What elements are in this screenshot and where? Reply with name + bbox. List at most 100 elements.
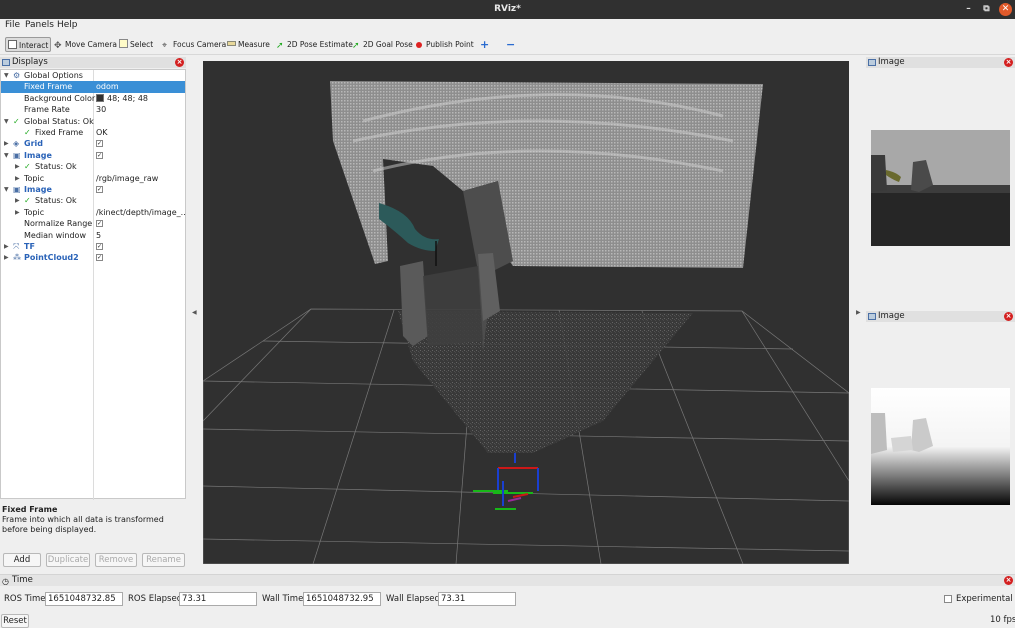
close-panel-icon[interactable]: × <box>175 58 184 67</box>
green-arrow-icon: ➚ <box>276 41 284 51</box>
red-pin-icon <box>416 42 422 48</box>
image-enabled-checkbox[interactable]: ✓ <box>96 151 103 159</box>
3d-scene <box>203 81 849 564</box>
tree-row-frame-rate[interactable]: Frame Rate 30 <box>1 104 185 115</box>
tree-row-grid[interactable]: ▶ ◈ Grid ✓ <box>1 138 185 149</box>
depth-camera-image <box>871 388 1010 505</box>
window-titlebar: RViz* – ⧉ ✕ <box>0 0 1015 19</box>
ros-elapsed-field[interactable]: 73.31 <box>179 592 257 606</box>
green-arrow-icon: ➚ <box>352 41 360 51</box>
tree-row-image-status[interactable]: ▶ ✓ Status: Ok <box>1 161 185 172</box>
tree-row-median-window[interactable]: Median window 5 <box>1 230 185 241</box>
time-panel-title: Time <box>12 575 33 585</box>
tree-row-fixed-frame-status[interactable]: ✓ Fixed Frame OK <box>1 127 185 138</box>
tool-focus-camera-button[interactable]: ⌖ Focus Camera <box>162 37 226 52</box>
pointcloud-icon: ⁂ <box>13 253 21 263</box>
close-panel-icon[interactable]: × <box>1004 576 1013 585</box>
toolbar: Interact ✥ Move Camera Select ⌖ Focus Came… <box>0 34 1015 55</box>
tree-row-normalize-range[interactable]: Normalize Range ✓ <box>1 218 185 229</box>
expand-arrow-icon[interactable]: ▼ <box>4 184 9 195</box>
checkmark-icon: ✓ <box>24 196 31 206</box>
tree-row-pointcloud2[interactable]: ▶ ⁂ PointCloud2 ✓ <box>1 252 185 263</box>
tree-row-image-depth-status[interactable]: ▶ ✓ Status: Ok <box>1 195 185 206</box>
reset-button[interactable]: Reset <box>1 614 29 628</box>
tool-interact-button[interactable]: Interact <box>5 37 52 52</box>
grid-enabled-checkbox[interactable]: ✓ <box>96 140 103 148</box>
tool-measure-button[interactable]: Measure <box>227 37 270 52</box>
ruler-icon <box>227 41 236 46</box>
tf-icon: ⤧ <box>13 242 20 251</box>
gear-icon: ⚙ <box>13 71 21 80</box>
ros-time-field[interactable]: 1651048732.85 <box>45 592 123 606</box>
wall-elapsed-field[interactable]: 73.31 <box>438 592 516 606</box>
grid-icon: ◈ <box>13 139 20 149</box>
tree-row-image-topic[interactable]: ▶ Topic /rgb/image_raw <box>1 173 185 184</box>
collapse-left-arrow-icon[interactable]: ◀ <box>192 309 197 316</box>
image-icon: ▣ <box>13 150 21 160</box>
time-panel: ◷ Time × ROS Time: 1651048732.85 ROS Ela… <box>0 574 1015 628</box>
focus-camera-icon: ⌖ <box>162 41 168 51</box>
close-panel-icon[interactable]: × <box>1004 58 1013 67</box>
close-panel-icon[interactable]: × <box>1004 312 1013 321</box>
description-text: Frame into which all data is transformed… <box>2 515 164 534</box>
experimental-checkbox[interactable] <box>944 595 952 603</box>
3d-viewport[interactable] <box>203 61 849 564</box>
menu-file[interactable]: File <box>5 20 20 30</box>
normalize-range-checkbox[interactable]: ✓ <box>96 220 103 228</box>
tool-2d-goal-pose-button[interactable]: ➚ 2D Goal Pose <box>352 37 413 52</box>
tree-row-tf[interactable]: ▶ ⤧ TF ✓ <box>1 241 185 252</box>
color-swatch <box>96 93 104 102</box>
image-icon: ▣ <box>13 185 21 194</box>
collapse-arrow-icon[interactable]: ▶ <box>15 195 20 206</box>
tree-row-global-status[interactable]: ▼ ✓ Global Status: Ok <box>1 116 185 127</box>
add-tool-icon[interactable]: + <box>480 37 489 52</box>
collapse-arrow-icon[interactable]: ▶ <box>15 207 20 218</box>
tree-row-background-color[interactable]: Background Color 48; 48; 48 <box>1 93 185 104</box>
expand-arrow-icon[interactable]: ▼ <box>4 116 9 127</box>
collapse-arrow-icon[interactable]: ▶ <box>15 161 20 172</box>
minimize-icon[interactable]: – <box>962 3 975 16</box>
tree-row-image-depth-topic[interactable]: ▶ Topic /kinect/depth/image_... <box>1 207 186 218</box>
image-panel-1-title: Image <box>878 57 905 67</box>
monitor-icon <box>2 59 10 66</box>
select-icon <box>119 39 128 48</box>
collapse-arrow-icon[interactable]: ▶ <box>4 138 9 149</box>
menu-help[interactable]: Help <box>57 20 78 30</box>
pointcloud2-enabled-checkbox[interactable]: ✓ <box>96 254 103 262</box>
tree-row-fixed-frame[interactable]: Fixed Frame odom <box>1 81 185 93</box>
duplicate-display-button[interactable]: Duplicate <box>46 553 90 567</box>
tool-publish-point-button[interactable]: Publish Point <box>416 37 474 52</box>
image-icon <box>868 59 876 66</box>
time-panel-header: ◷ Time × <box>0 575 1015 586</box>
checkmark-icon: ✓ <box>24 162 31 172</box>
image-depth-enabled-checkbox[interactable]: ✓ <box>96 186 103 193</box>
menu-panels[interactable]: Panels <box>25 20 54 30</box>
remove-tool-icon[interactable]: − <box>506 37 515 52</box>
tool-move-camera-button[interactable]: ✥ Move Camera <box>54 37 117 52</box>
tf-enabled-checkbox[interactable]: ✓ <box>96 243 103 250</box>
checkmark-icon: ✓ <box>13 116 20 126</box>
maximize-icon[interactable]: ⧉ <box>980 3 993 16</box>
image-panel-2-view <box>866 323 1015 563</box>
collapse-arrow-icon[interactable]: ▶ <box>15 173 20 184</box>
tree-row-image-depth[interactable]: ▼ ▣ Image ✓ <box>1 184 185 195</box>
close-window-icon[interactable]: ✕ <box>999 3 1012 16</box>
image-panel-1-view <box>866 69 1015 301</box>
tree-row-global-options[interactable]: ▼ ⚙ Global Options <box>1 70 185 81</box>
fps-indicator: 10 fps <box>990 615 1015 625</box>
tree-row-image-rgb[interactable]: ▼ ▣ Image ✓ <box>1 150 185 161</box>
tool-select-button[interactable]: Select <box>119 37 153 52</box>
expand-arrow-icon[interactable]: ▼ <box>4 150 9 161</box>
rename-display-button[interactable]: Rename <box>142 553 185 567</box>
image-panel-1-header: Image × <box>866 57 1015 68</box>
collapse-right-arrow-icon[interactable]: ▶ <box>856 309 861 316</box>
menu-bar: File Panels Help <box>0 19 1015 34</box>
tool-2d-pose-estimate-button[interactable]: ➚ 2D Pose Estimate <box>276 37 353 52</box>
collapse-arrow-icon[interactable]: ▶ <box>4 241 9 252</box>
wall-time-field[interactable]: 1651048732.95 <box>303 592 381 606</box>
remove-display-button[interactable]: Remove <box>95 553 137 567</box>
expand-arrow-icon[interactable]: ▼ <box>4 70 9 81</box>
window-title: RViz* <box>494 4 521 14</box>
collapse-arrow-icon[interactable]: ▶ <box>4 252 9 263</box>
add-display-button[interactable]: Add <box>3 553 41 567</box>
